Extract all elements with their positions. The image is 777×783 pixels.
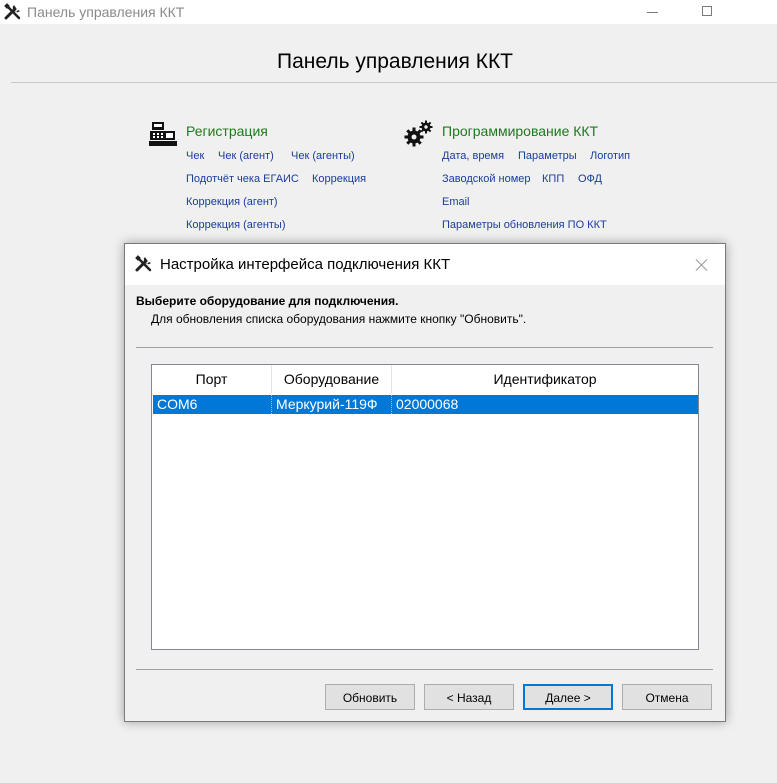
connection-dialog: Настройка интерфейса подключения ККТ Выб… bbox=[124, 243, 726, 722]
dialog-title: Настройка интерфейса подключения ККТ bbox=[160, 256, 451, 273]
dialog-subheading: Для обновления списка оборудования нажми… bbox=[151, 312, 527, 326]
device-list[interactable]: Порт Оборудование Идентификатор COM6 Мер… bbox=[151, 364, 699, 650]
gears-icon bbox=[404, 120, 433, 147]
next-button[interactable]: Далее > bbox=[523, 684, 613, 710]
link-correction[interactable]: Коррекция bbox=[312, 173, 366, 185]
cell-device: Меркурий-119Ф bbox=[272, 395, 392, 414]
link-email[interactable]: Email bbox=[442, 196, 470, 208]
link-receipt-agents[interactable]: Чек (агенты) bbox=[291, 150, 355, 162]
link-logo[interactable]: Логотип bbox=[590, 150, 630, 162]
cancel-button[interactable]: Отмена bbox=[622, 684, 712, 710]
column-header-port[interactable]: Порт bbox=[152, 365, 272, 393]
table-row[interactable]: COM6 Меркурий-119Ф 02000068 bbox=[153, 395, 698, 414]
divider bbox=[136, 669, 713, 670]
tools-icon bbox=[135, 255, 152, 272]
programming-title: Программирование ККТ bbox=[442, 123, 599, 139]
link-parameters[interactable]: Параметры bbox=[518, 150, 577, 162]
link-kpp[interactable]: КПП bbox=[542, 173, 564, 185]
registration-title: Регистрация bbox=[186, 123, 268, 139]
link-ofd[interactable]: ОФД bbox=[578, 173, 602, 185]
link-date-time[interactable]: Дата, время bbox=[442, 150, 504, 162]
window-title: Панель управления ККТ bbox=[27, 4, 185, 20]
cash-register-icon bbox=[149, 122, 177, 146]
close-icon[interactable] bbox=[691, 254, 713, 276]
link-serial-number[interactable]: Заводской номер bbox=[442, 173, 531, 185]
page-title: Панель управления ККТ bbox=[276, 50, 514, 73]
dialog-heading: Выберите оборудование для подключения. bbox=[136, 294, 399, 308]
link-receipt[interactable]: Чек bbox=[186, 150, 204, 162]
column-header-device[interactable]: Оборудование bbox=[272, 365, 392, 393]
dialog-titlebar: Настройка интерфейса подключения ККТ bbox=[125, 244, 725, 285]
back-button[interactable]: < Назад bbox=[424, 684, 514, 710]
list-header: Порт Оборудование Идентификатор bbox=[152, 365, 698, 393]
link-correction-agent[interactable]: Коррекция (агент) bbox=[186, 196, 278, 208]
link-correction-agents[interactable]: Коррекция (агенты) bbox=[186, 219, 286, 231]
link-update-params[interactable]: Параметры обновления ПО ККТ bbox=[442, 219, 607, 231]
tools-icon bbox=[4, 3, 21, 20]
maximize-button[interactable] bbox=[684, 0, 730, 24]
column-header-identifier[interactable]: Идентификатор bbox=[392, 365, 698, 393]
link-egais-report[interactable]: Подотчёт чека ЕГАИС bbox=[186, 173, 299, 185]
window-titlebar: Панель управления ККТ bbox=[0, 0, 777, 24]
cell-port: COM6 bbox=[153, 395, 272, 414]
divider bbox=[136, 347, 713, 348]
divider bbox=[11, 82, 777, 83]
link-receipt-agent[interactable]: Чек (агент) bbox=[218, 150, 274, 162]
cell-identifier: 02000068 bbox=[396, 396, 459, 412]
minimize-button[interactable] bbox=[630, 0, 676, 24]
refresh-button[interactable]: Обновить bbox=[325, 684, 415, 710]
